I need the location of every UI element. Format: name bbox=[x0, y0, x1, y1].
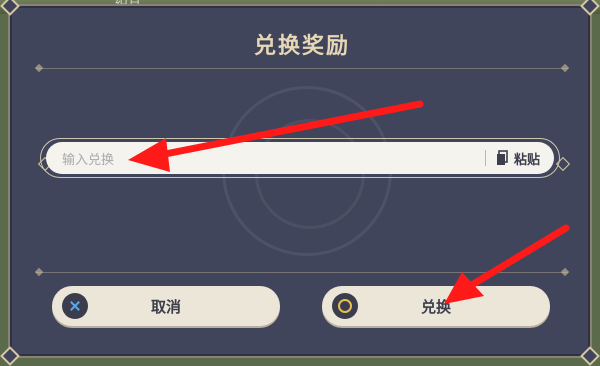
confirm-redeem-button[interactable]: 兑换 bbox=[322, 286, 550, 326]
bottom-divider bbox=[34, 267, 570, 277]
clipboard-icon bbox=[496, 150, 508, 165]
dialog-title: 兑换奖励 bbox=[253, 34, 350, 59]
redeem-code-input[interactable]: 输入兑换 粘贴 bbox=[46, 142, 554, 174]
paste-button[interactable]: 粘贴 bbox=[496, 148, 540, 168]
confirm-label: 兑换 bbox=[420, 298, 451, 316]
paste-separator bbox=[485, 150, 486, 166]
corner-ornament bbox=[0, 346, 20, 366]
redeem-code-placeholder: 输入兑换 bbox=[62, 153, 115, 168]
paste-label: 粘贴 bbox=[513, 152, 540, 168]
cancel-button[interactable]: 取消 bbox=[52, 286, 280, 326]
top-divider bbox=[34, 63, 570, 73]
cancel-label: 取消 bbox=[150, 298, 181, 316]
corner-ornament bbox=[580, 346, 600, 366]
redeem-code-field: 输入兑换 粘贴 bbox=[40, 138, 560, 178]
